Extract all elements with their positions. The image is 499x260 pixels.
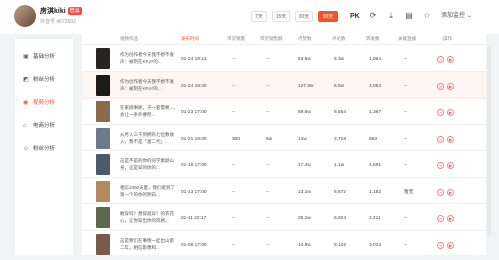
sidebar-item-ecommerce[interactable]: ⌂ 电商分析 bbox=[15, 119, 73, 133]
publish-time: 01-08 17:00 bbox=[181, 242, 207, 248]
video-thumbnail[interactable] bbox=[96, 207, 110, 228]
play-icon[interactable]: ▶ bbox=[447, 241, 454, 249]
table-row[interactable]: 从月入三千到拥有七位数收入，我不是「富二代」... 01-21 19:00 300 6… bbox=[82, 123, 486, 153]
scrollbar[interactable] bbox=[487, 46, 491, 236]
chevron-down-icon: ⌄ bbox=[466, 13, 472, 19]
user-icon: ☺ bbox=[23, 146, 30, 152]
verified-badge: 已认 bbox=[67, 7, 82, 16]
video-thumbnail[interactable] bbox=[96, 180, 110, 202]
sidebar: ▣ 基础分析 ◩ 粉丝分析 ◉ 视频分析 ⌂ 电商分析 ☺ 粉丝分析 bbox=[15, 39, 73, 255]
table-row[interactable]: 作为创作者今天我不想不发声：被刻在KP.e*的... 01-24 19:13 -- -… bbox=[82, 44, 486, 73]
link-icon[interactable]: ∞ bbox=[437, 162, 444, 169]
header-video: 视频作品 bbox=[120, 36, 138, 41]
sidebar-item-label: 粉丝分析 bbox=[33, 77, 56, 83]
video-icon: ◉ bbox=[23, 100, 29, 106]
header-sales[interactable]: 带货销量 bbox=[227, 36, 245, 42]
video-title[interactable]: 在家搞事呢，于一套需要...，会让一条外婆所... bbox=[120, 104, 178, 120]
sidebar-item-video[interactable]: ◉ 视频分析 bbox=[15, 96, 73, 110]
add-monitor-button[interactable]: 添加监控 ⌄ bbox=[441, 12, 472, 21]
header-ops: 操作 bbox=[443, 36, 452, 41]
sidebar-item-basic[interactable]: ▣ 基础分析 bbox=[15, 50, 73, 64]
link-icon[interactable]: ∞ bbox=[437, 135, 444, 143]
play-icon[interactable]: ▶ bbox=[447, 109, 454, 116]
table-row[interactable]: 这是我们在事情一起出山第二年，相信影像和... 01-08 17:00 -- -- 14… bbox=[82, 229, 486, 259]
video-thumbnail[interactable] bbox=[96, 74, 110, 96]
link-icon[interactable]: ∞ bbox=[437, 241, 444, 249]
star-icon[interactable]: ☆ bbox=[422, 11, 432, 21]
play-icon[interactable]: ▶ bbox=[447, 188, 454, 196]
chart-icon: ▣ bbox=[23, 54, 29, 60]
header-time[interactable]: 发布时间 bbox=[181, 36, 199, 42]
table-row[interactable]: 相信1000天量，我们挺到了第一个的你的明白... 01-13 17:00 -- --… bbox=[82, 176, 486, 206]
user-name-text: 房淇kiki bbox=[40, 8, 66, 15]
link-icon[interactable]: ∞ bbox=[437, 188, 444, 196]
header-shares[interactable]: 转发数 bbox=[366, 36, 380, 42]
play-icon[interactable]: ▶ bbox=[447, 135, 454, 143]
video-title[interactable]: 作为创作者今天我不想不发声：被刻在KP.e*的... bbox=[120, 78, 178, 94]
gmv-value: -- bbox=[266, 242, 270, 248]
link-icon[interactable]: ∞ bbox=[437, 56, 444, 63]
sales-value: -- bbox=[232, 242, 236, 248]
link-icon[interactable]: ∞ bbox=[437, 109, 444, 116]
header-likes[interactable]: 点赞数 bbox=[298, 36, 312, 42]
shop-icon: ⌂ bbox=[23, 123, 27, 129]
range-30d[interactable]: 30天 bbox=[295, 11, 313, 22]
pk-button[interactable]: PK bbox=[350, 11, 360, 22]
sidebar-item-label: 视频分析 bbox=[33, 100, 56, 106]
video-thumbnail[interactable] bbox=[96, 101, 110, 122]
video-title[interactable]: 这是我们在事情一起出山第二年，相信影像和... bbox=[120, 237, 178, 253]
video-thumbnail[interactable] bbox=[96, 48, 110, 69]
video-table: 视频作品 发布时间 带货销量 带货销售额 点赞数 评论数 转发数 关联直播 操作… bbox=[82, 28, 486, 255]
comments-value: 9,132 bbox=[334, 242, 347, 248]
play-icon[interactable]: ▶ bbox=[447, 82, 454, 90]
video-title[interactable]: 敢穿吗？想穿就穿！的衣花心，让你穿出你的风格... bbox=[120, 210, 178, 226]
range-15d[interactable]: 15天 bbox=[272, 11, 290, 22]
add-monitor-label: 添加监控 bbox=[441, 13, 466, 19]
user-name: 房淇kiki 已认 bbox=[40, 6, 82, 16]
video-title[interactable]: 作为创作者今天我不想不发声：被刻在KP.e*的... bbox=[120, 51, 178, 67]
shares-value: 3,014 bbox=[369, 242, 382, 248]
video-thumbnail[interactable] bbox=[96, 233, 110, 255]
sidebar-item-fans[interactable]: ◩ 粉丝分析 bbox=[15, 73, 73, 87]
table-row[interactable]: 敢穿吗？想穿就穿！的衣花心，让你穿出你的风格... 01-11 22:17 -- --… bbox=[82, 203, 486, 232]
header-comments[interactable]: 评论数 bbox=[332, 36, 346, 42]
range-7d[interactable]: 7天 bbox=[251, 11, 267, 22]
sidebar-item-fans-2[interactable]: ☺ 粉丝分析 bbox=[15, 142, 73, 156]
sidebar-item-label: 基础分析 bbox=[33, 54, 56, 60]
user-id: 抖音号 4672592 bbox=[40, 19, 76, 25]
fans-icon: ◩ bbox=[23, 77, 29, 83]
live-value: -- bbox=[404, 242, 408, 248]
link-icon[interactable]: ∞ bbox=[437, 215, 444, 222]
header-live: 关联直播 bbox=[398, 36, 416, 41]
sidebar-item-label: 粉丝分析 bbox=[33, 146, 56, 152]
video-thumbnail[interactable] bbox=[96, 154, 110, 175]
link-icon[interactable]: ∞ bbox=[437, 82, 444, 90]
range-90d[interactable]: 90天 bbox=[318, 11, 338, 22]
video-title[interactable]: 相信1000天量，我们挺到了第一个的你的明白... bbox=[120, 184, 178, 200]
table-row[interactable]: 在家搞事呢，于一套需要...，会让一条外婆所... 01-23 17:00 -- --… bbox=[82, 97, 486, 126]
header-gmv[interactable]: 带货销售额 bbox=[260, 36, 283, 42]
likes-value: 14.8w bbox=[298, 242, 311, 248]
sidebar-item-label: 电商分析 bbox=[33, 123, 56, 129]
table-row[interactable]: 这是不是的你的同学素颜山身，这是穿的你的... 01-18 17:00 -- -- 17… bbox=[82, 150, 486, 179]
video-thumbnail[interactable] bbox=[96, 127, 110, 149]
avatar bbox=[14, 5, 36, 27]
export-icon[interactable]: ⤓ bbox=[386, 11, 396, 21]
video-title[interactable]: 从月入三千到拥有七位数收入，我不是「富二代」... bbox=[120, 131, 178, 147]
play-icon[interactable]: ▶ bbox=[447, 215, 454, 222]
video-title[interactable]: 这是不是的你的同学素颜山身，这是穿的你的... bbox=[120, 157, 178, 173]
play-icon[interactable]: ▶ bbox=[447, 56, 454, 63]
refresh-icon[interactable]: ⟳ bbox=[368, 11, 378, 21]
table-row[interactable]: 作为创作者今天我不想不发声：被刻在KP.e*的... 01-24 18:30 -- -… bbox=[82, 70, 486, 100]
report-icon[interactable]: ▤ bbox=[404, 11, 414, 21]
play-icon[interactable]: ▶ bbox=[447, 162, 454, 169]
